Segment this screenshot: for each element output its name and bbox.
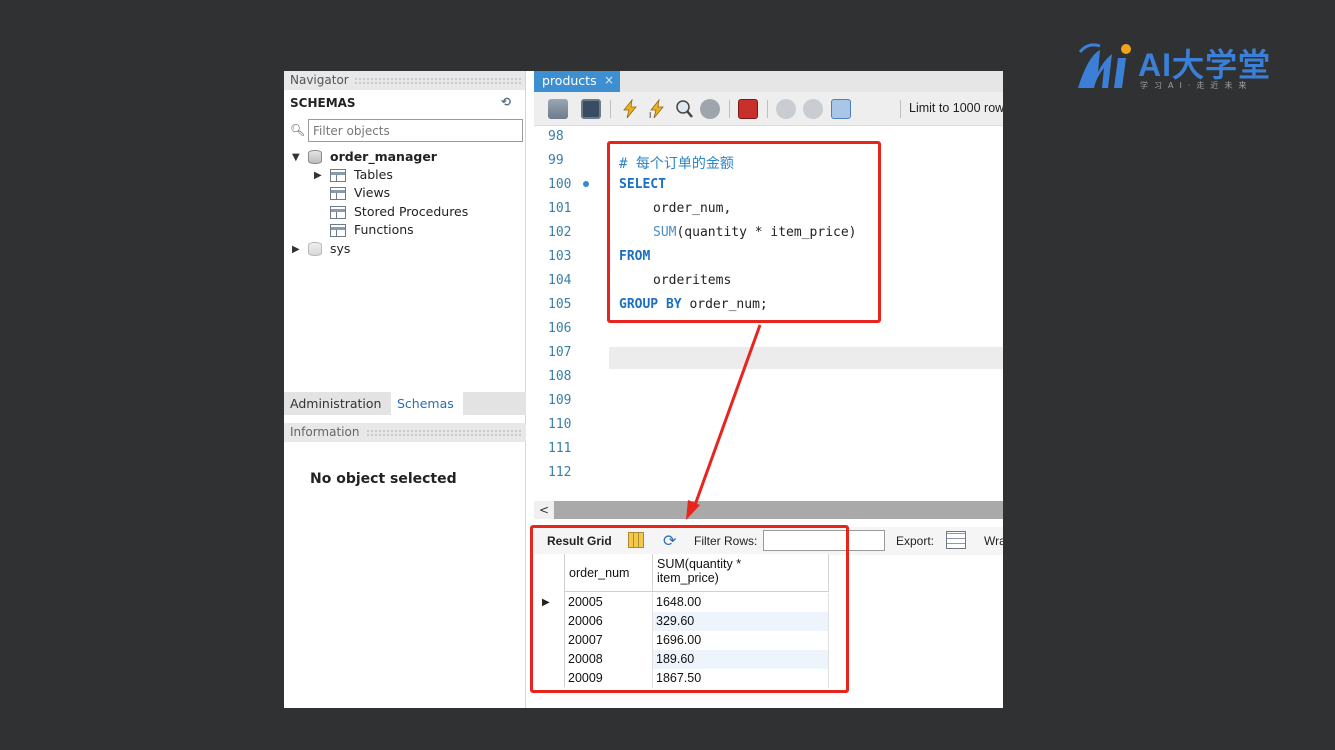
- explain-magnifier-icon[interactable]: [674, 99, 694, 119]
- tree-item-views[interactable]: Views: [284, 185, 524, 203]
- line-number: 99: [548, 153, 564, 168]
- function-folder-icon: [330, 224, 346, 237]
- wrap-cell-label[interactable]: Wra: [984, 534, 1003, 548]
- rollback-x-icon[interactable]: [803, 99, 823, 119]
- export-label: Export:: [896, 534, 935, 548]
- tab-products[interactable]: products ×: [534, 71, 620, 92]
- tree-item-order-manager[interactable]: ▼ order_manager: [284, 149, 524, 167]
- close-tab-icon[interactable]: ×: [604, 73, 614, 87]
- limit-rows-select[interactable]: Limit to 1000 rows: [909, 101, 1003, 115]
- stop-icon[interactable]: [700, 99, 720, 119]
- brand-logo: AI大学堂 学习AI·走近未来: [1074, 42, 1294, 94]
- database-icon: [308, 242, 322, 256]
- header-grip: [354, 77, 521, 84]
- header-grip: [366, 429, 522, 436]
- brand-slogan: 学习AI·走近未来: [1140, 81, 1253, 90]
- current-line-highlight: [609, 347, 1003, 369]
- execute-current-icon[interactable]: I: [647, 98, 667, 120]
- svg-text:I: I: [649, 111, 651, 119]
- navigator-tabs: Administration Schemas: [284, 392, 526, 415]
- table-folder-icon: [330, 169, 346, 182]
- save-icon[interactable]: [581, 99, 601, 119]
- tree-item-stored-procedures[interactable]: Stored Procedures: [284, 204, 524, 222]
- editor-toolbar: I Limit to 1000 rows: [534, 92, 1003, 126]
- view-folder-icon: [330, 187, 346, 200]
- tab-label: products: [542, 73, 597, 88]
- annotation-box-sql: [607, 141, 881, 323]
- export-icon[interactable]: [946, 531, 966, 549]
- toolbar-separator: [767, 100, 768, 118]
- db-name: sys: [330, 241, 351, 256]
- line-number: 106: [548, 321, 572, 336]
- horizontal-scrollbar[interactable]: <: [534, 501, 1003, 519]
- line-number: 103: [548, 249, 572, 264]
- toolbar-separator: [900, 100, 901, 118]
- tree-item-functions[interactable]: Functions: [284, 222, 524, 240]
- filter-objects-input[interactable]: [308, 119, 523, 142]
- schemas-label: SCHEMAS: [290, 96, 356, 110]
- database-icon: [308, 150, 322, 164]
- navigator-title: Navigator: [290, 73, 349, 87]
- tab-schemas[interactable]: Schemas: [391, 392, 463, 415]
- information-title: Information: [290, 425, 360, 439]
- line-number: 107: [548, 345, 572, 360]
- expanded-triangle-icon[interactable]: ▼: [292, 152, 300, 163]
- statement-marker-icon: [583, 181, 589, 187]
- autocommit-toggle-icon[interactable]: [831, 99, 851, 119]
- scroll-left-button[interactable]: <: [534, 501, 554, 519]
- annotation-box-result: [530, 525, 849, 693]
- line-number: 104: [548, 273, 572, 288]
- line-number: 100: [548, 177, 572, 192]
- line-number: 98: [548, 129, 564, 144]
- line-number: 111: [548, 441, 572, 456]
- search-icon: 🔍︎: [290, 123, 306, 137]
- line-number: 102: [548, 225, 572, 240]
- line-number: 105: [548, 297, 572, 312]
- line-number: 112: [548, 465, 572, 480]
- commit-check-icon[interactable]: [776, 99, 796, 119]
- db-name: order_manager: [330, 149, 437, 164]
- toggle-error-icon[interactable]: [738, 99, 758, 119]
- tree-item-sys[interactable]: ▶ sys: [284, 241, 524, 259]
- tree-label: Tables: [354, 167, 393, 182]
- execute-lightning-icon[interactable]: [620, 98, 640, 119]
- collapsed-triangle-icon[interactable]: ▶: [314, 170, 322, 181]
- tree-item-tables[interactable]: ▶ Tables: [284, 167, 524, 185]
- tree-label: Stored Procedures: [354, 204, 469, 219]
- line-number: 109: [548, 393, 572, 408]
- toolbar-separator: [729, 100, 730, 118]
- navigator-panel: Navigator SCHEMAS ⟲ 🔍︎ ▼ order_manager ▶…: [284, 71, 526, 708]
- tree-label: Views: [354, 185, 391, 200]
- line-number: 101: [548, 201, 572, 216]
- information-header: Information: [284, 423, 526, 442]
- line-number: 110: [548, 417, 572, 432]
- navigator-header: Navigator: [284, 71, 525, 90]
- tab-administration[interactable]: Administration: [284, 392, 387, 415]
- no-object-message: No object selected: [310, 471, 457, 487]
- tree-label: Functions: [354, 222, 414, 237]
- refresh-schemas-icon[interactable]: ⟲: [501, 95, 511, 109]
- logo-mark-icon: [1078, 43, 1131, 88]
- line-number: 108: [548, 369, 572, 384]
- toolbar-separator: [610, 100, 611, 118]
- filter-objects: 🔍︎: [288, 119, 523, 143]
- editor-tabbar: products ×: [534, 71, 1003, 92]
- collapsed-triangle-icon[interactable]: ▶: [292, 244, 300, 255]
- procedure-folder-icon: [330, 206, 346, 219]
- open-folder-icon[interactable]: [548, 99, 568, 119]
- schemas-header: SCHEMAS ⟲: [284, 90, 525, 114]
